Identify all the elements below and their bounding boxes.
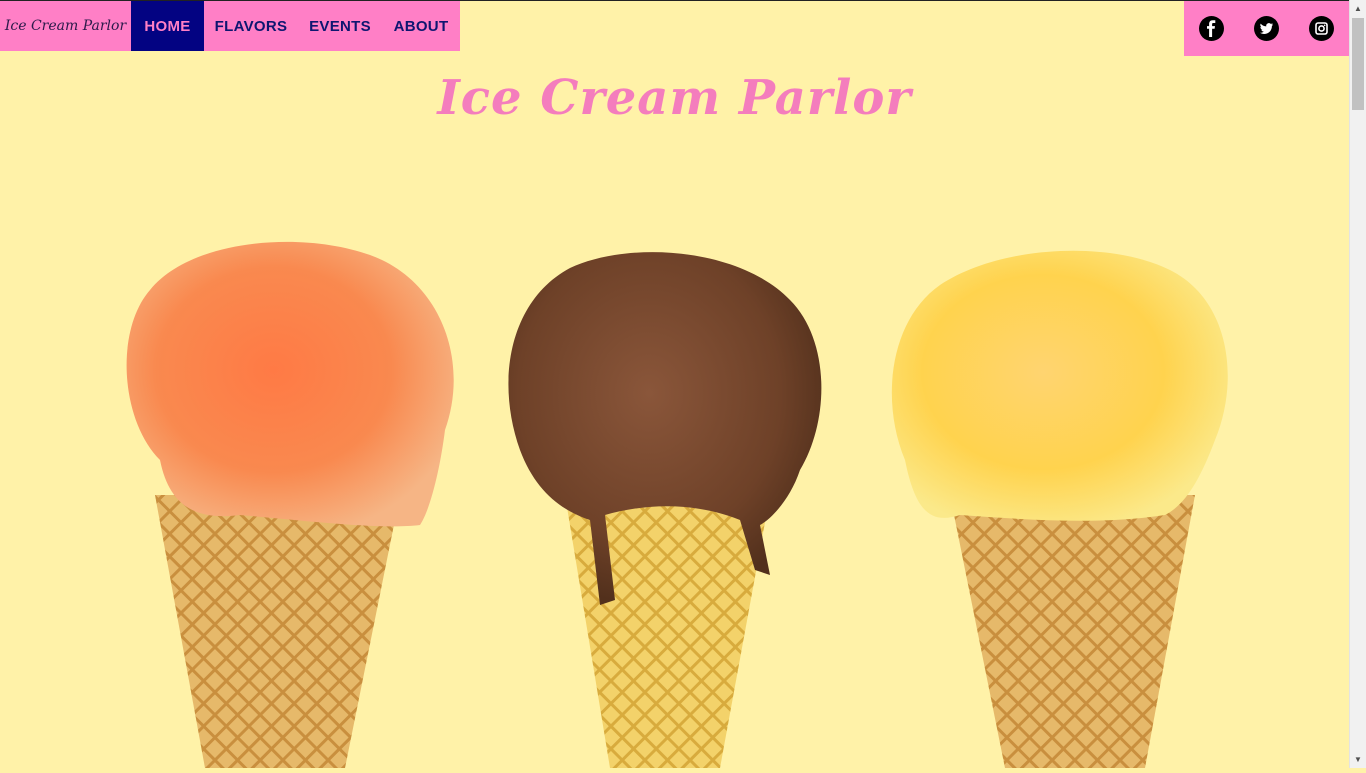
scroll-thumb[interactable] (1352, 18, 1364, 110)
nav-item-about[interactable]: ABOUT (382, 1, 460, 51)
hero-image (0, 160, 1349, 768)
nav-item-home[interactable]: HOME (131, 1, 204, 51)
vertical-scrollbar[interactable]: ▲ ▼ (1349, 0, 1366, 768)
nav-item-flavors[interactable]: FLAVORS (204, 1, 298, 51)
instagram-icon[interactable] (1309, 16, 1334, 41)
twitter-icon[interactable] (1254, 16, 1279, 41)
orange-ice-cream-cone (126, 241, 454, 768)
main-navbar: Ice Cream Parlor HOME FLAVORS EVENTS ABO… (0, 1, 460, 51)
brand-logo[interactable]: Ice Cream Parlor (0, 1, 131, 51)
social-links (1184, 1, 1349, 56)
facebook-icon[interactable] (1199, 16, 1224, 41)
scroll-up-icon[interactable]: ▲ (1350, 0, 1366, 17)
nav-item-events[interactable]: EVENTS (298, 1, 382, 51)
mango-ice-cream-cone (891, 250, 1228, 768)
chocolate-ice-cream-cone (508, 252, 822, 768)
page-title: Ice Cream Parlor (437, 70, 912, 126)
scroll-down-icon[interactable]: ▼ (1350, 751, 1366, 768)
